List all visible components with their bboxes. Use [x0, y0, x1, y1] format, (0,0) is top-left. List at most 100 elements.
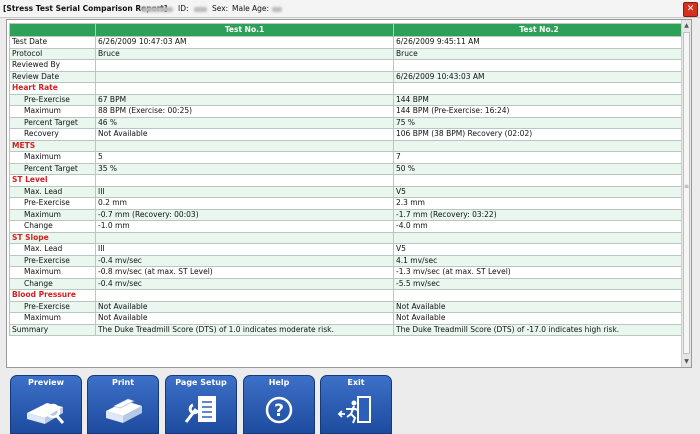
test-2-value: 2.3 mm — [393, 197, 685, 210]
row-label: Pre-Exercise — [9, 300, 96, 313]
preview-button-label: Preview — [27, 378, 64, 387]
test-2-value: Bruce — [393, 47, 685, 60]
test-2-value: 144 BPM — [393, 93, 685, 106]
table-row: Blood Pressure — [9, 289, 685, 302]
test-1-value: Not Available — [95, 300, 394, 313]
test-2-value: 4.1 mv/sec — [393, 254, 685, 267]
table-row: Maximum 88 BPM (Exercise: 00:25) 144 BPM (… — [9, 105, 685, 118]
test-2-value: -1.7 mm (Recovery: 03:22) — [393, 208, 685, 221]
test-2-value: 6/26/2009 9:45:11 AM — [393, 36, 685, 49]
row-label: Percent Target — [9, 162, 96, 175]
page-setup-button-label: Page Setup — [175, 378, 227, 387]
table-row: Percent Target 35 % 50 % — [9, 162, 685, 175]
row-label: ST Slope — [9, 231, 96, 244]
test-1-value: 46 % — [95, 116, 394, 129]
test-2-value: 6/26/2009 10:43:03 AM — [393, 70, 685, 83]
table-row: Change -0.4 mv/sec -5.5 mv/sec — [9, 277, 685, 290]
test-1-value — [95, 174, 394, 187]
row-label: Percent Target — [9, 116, 96, 129]
row-label: Test Date — [9, 36, 96, 49]
row-label: Maximum — [9, 312, 96, 325]
table-row: Max. Lead III V5 — [9, 185, 685, 198]
test-1-value: III — [95, 185, 394, 198]
table-row: Pre-Exercise -0.4 mv/sec 4.1 mv/sec — [9, 254, 685, 267]
table-row: Maximum -0.8 mv/sec (at max. ST Level) -1.… — [9, 266, 685, 279]
row-label: Maximum — [9, 266, 96, 279]
table-row: Percent Target 46 % 75 % — [9, 116, 685, 129]
help-icon: ? — [265, 396, 293, 424]
row-label: Change — [9, 277, 96, 290]
row-label: Change — [9, 220, 96, 233]
sex-label: Sex: — [212, 4, 229, 13]
test-1-value — [95, 70, 394, 83]
sex-value: Male — [232, 4, 250, 13]
test-2-value: 75 % — [393, 116, 685, 129]
exit-icon — [337, 396, 371, 424]
window-titlebar: [Stress Test Serial Comparison Report] I… — [0, 0, 700, 18]
test-1-value — [95, 82, 394, 95]
table-row: Heart Rate — [9, 82, 685, 95]
test-1-value: III — [95, 243, 394, 256]
test-1-value: -1.0 mm — [95, 220, 394, 233]
test-1-value — [95, 289, 394, 302]
test-2-value — [393, 59, 685, 72]
svg-text:?: ? — [274, 401, 284, 421]
test-1-value: The Duke Treadmill Score (DTS) of 1.0 in… — [95, 323, 394, 336]
close-button[interactable]: ✕ — [683, 2, 698, 17]
test-1-value: 88 BPM (Exercise: 00:25) — [95, 105, 394, 118]
test-2-value: 50 % — [393, 162, 685, 175]
table-row: Pre-Exercise 67 BPM 144 BPM — [9, 93, 685, 106]
test-2-value: -4.0 mm — [393, 220, 685, 233]
header-test-2: Test No.2 — [393, 23, 685, 37]
vertical-scrollbar[interactable]: ▲ ≡ ▼ — [681, 20, 691, 367]
id-label: ID: — [178, 4, 189, 13]
test-1-value — [95, 59, 394, 72]
test-2-value — [393, 231, 685, 244]
test-1-value: 0.2 mm — [95, 197, 394, 210]
table-row: Max. Lead III V5 — [9, 243, 685, 256]
page-setup-button[interactable]: Page Setup — [165, 375, 237, 434]
row-label: Maximum — [9, 151, 96, 164]
test-2-value: The Duke Treadmill Score (DTS) of -17.0 … — [393, 323, 685, 336]
scroll-down-arrow-icon[interactable]: ▼ — [682, 357, 691, 366]
test-2-value: Not Available — [393, 300, 685, 313]
test-2-value: -5.5 mv/sec — [393, 277, 685, 290]
table-row: Pre-Exercise 0.2 mm 2.3 mm — [9, 197, 685, 210]
test-2-value: V5 — [393, 243, 685, 256]
header-test-1: Test No.1 — [95, 23, 394, 37]
test-1-value: Not Available — [95, 312, 394, 325]
row-label: Protocol — [9, 47, 96, 60]
row-label: Blood Pressure — [9, 289, 96, 302]
table-row: Summary The Duke Treadmill Score (DTS) of… — [9, 323, 685, 336]
test-2-value — [393, 289, 685, 302]
help-button[interactable]: Help ? — [243, 375, 315, 434]
test-2-value: 106 BPM (38 BPM) Recovery (02:02) — [393, 128, 685, 141]
test-2-value: V5 — [393, 185, 685, 198]
age-label: Age: — [252, 4, 270, 13]
table-row: ST Level — [9, 174, 685, 187]
test-1-value: Not Available — [95, 128, 394, 141]
scrollbar-thumb[interactable]: ≡ — [683, 32, 690, 354]
test-2-value: 7 — [393, 151, 685, 164]
test-2-value — [393, 139, 685, 152]
test-2-value — [393, 82, 685, 95]
print-button[interactable]: Print — [87, 375, 159, 434]
table-row: Test Date 6/26/2009 10:47:03 AM 6/26/2009 … — [9, 36, 685, 49]
row-label: Heart Rate — [9, 82, 96, 95]
test-1-value: 67 BPM — [95, 93, 394, 106]
row-label: Maximum — [9, 105, 96, 118]
table-row: Recovery Not Available 106 BPM (38 BPM) Re… — [9, 128, 685, 141]
table-row: Review Date 6/26/2009 10:43:03 AM — [9, 70, 685, 83]
help-button-label: Help — [268, 378, 290, 387]
test-1-value: -0.4 mv/sec — [95, 277, 394, 290]
exit-button[interactable]: Exit — [320, 375, 392, 434]
test-2-value — [393, 174, 685, 187]
preview-button[interactable]: Preview — [10, 375, 82, 434]
comparison-table: Test No.1 Test No.2 Test Date 6/26/2009 1… — [9, 23, 685, 336]
test-2-value: -1.3 mv/sec (at max. ST Level) — [393, 266, 685, 279]
test-2-value: 144 BPM (Pre-Exercise: 16:24) — [393, 105, 685, 118]
table-row: Change -1.0 mm -4.0 mm — [9, 220, 685, 233]
scroll-up-arrow-icon[interactable]: ▲ — [682, 21, 691, 30]
row-label: ST Level — [9, 174, 96, 187]
patient-id-redacted — [194, 0, 207, 17]
